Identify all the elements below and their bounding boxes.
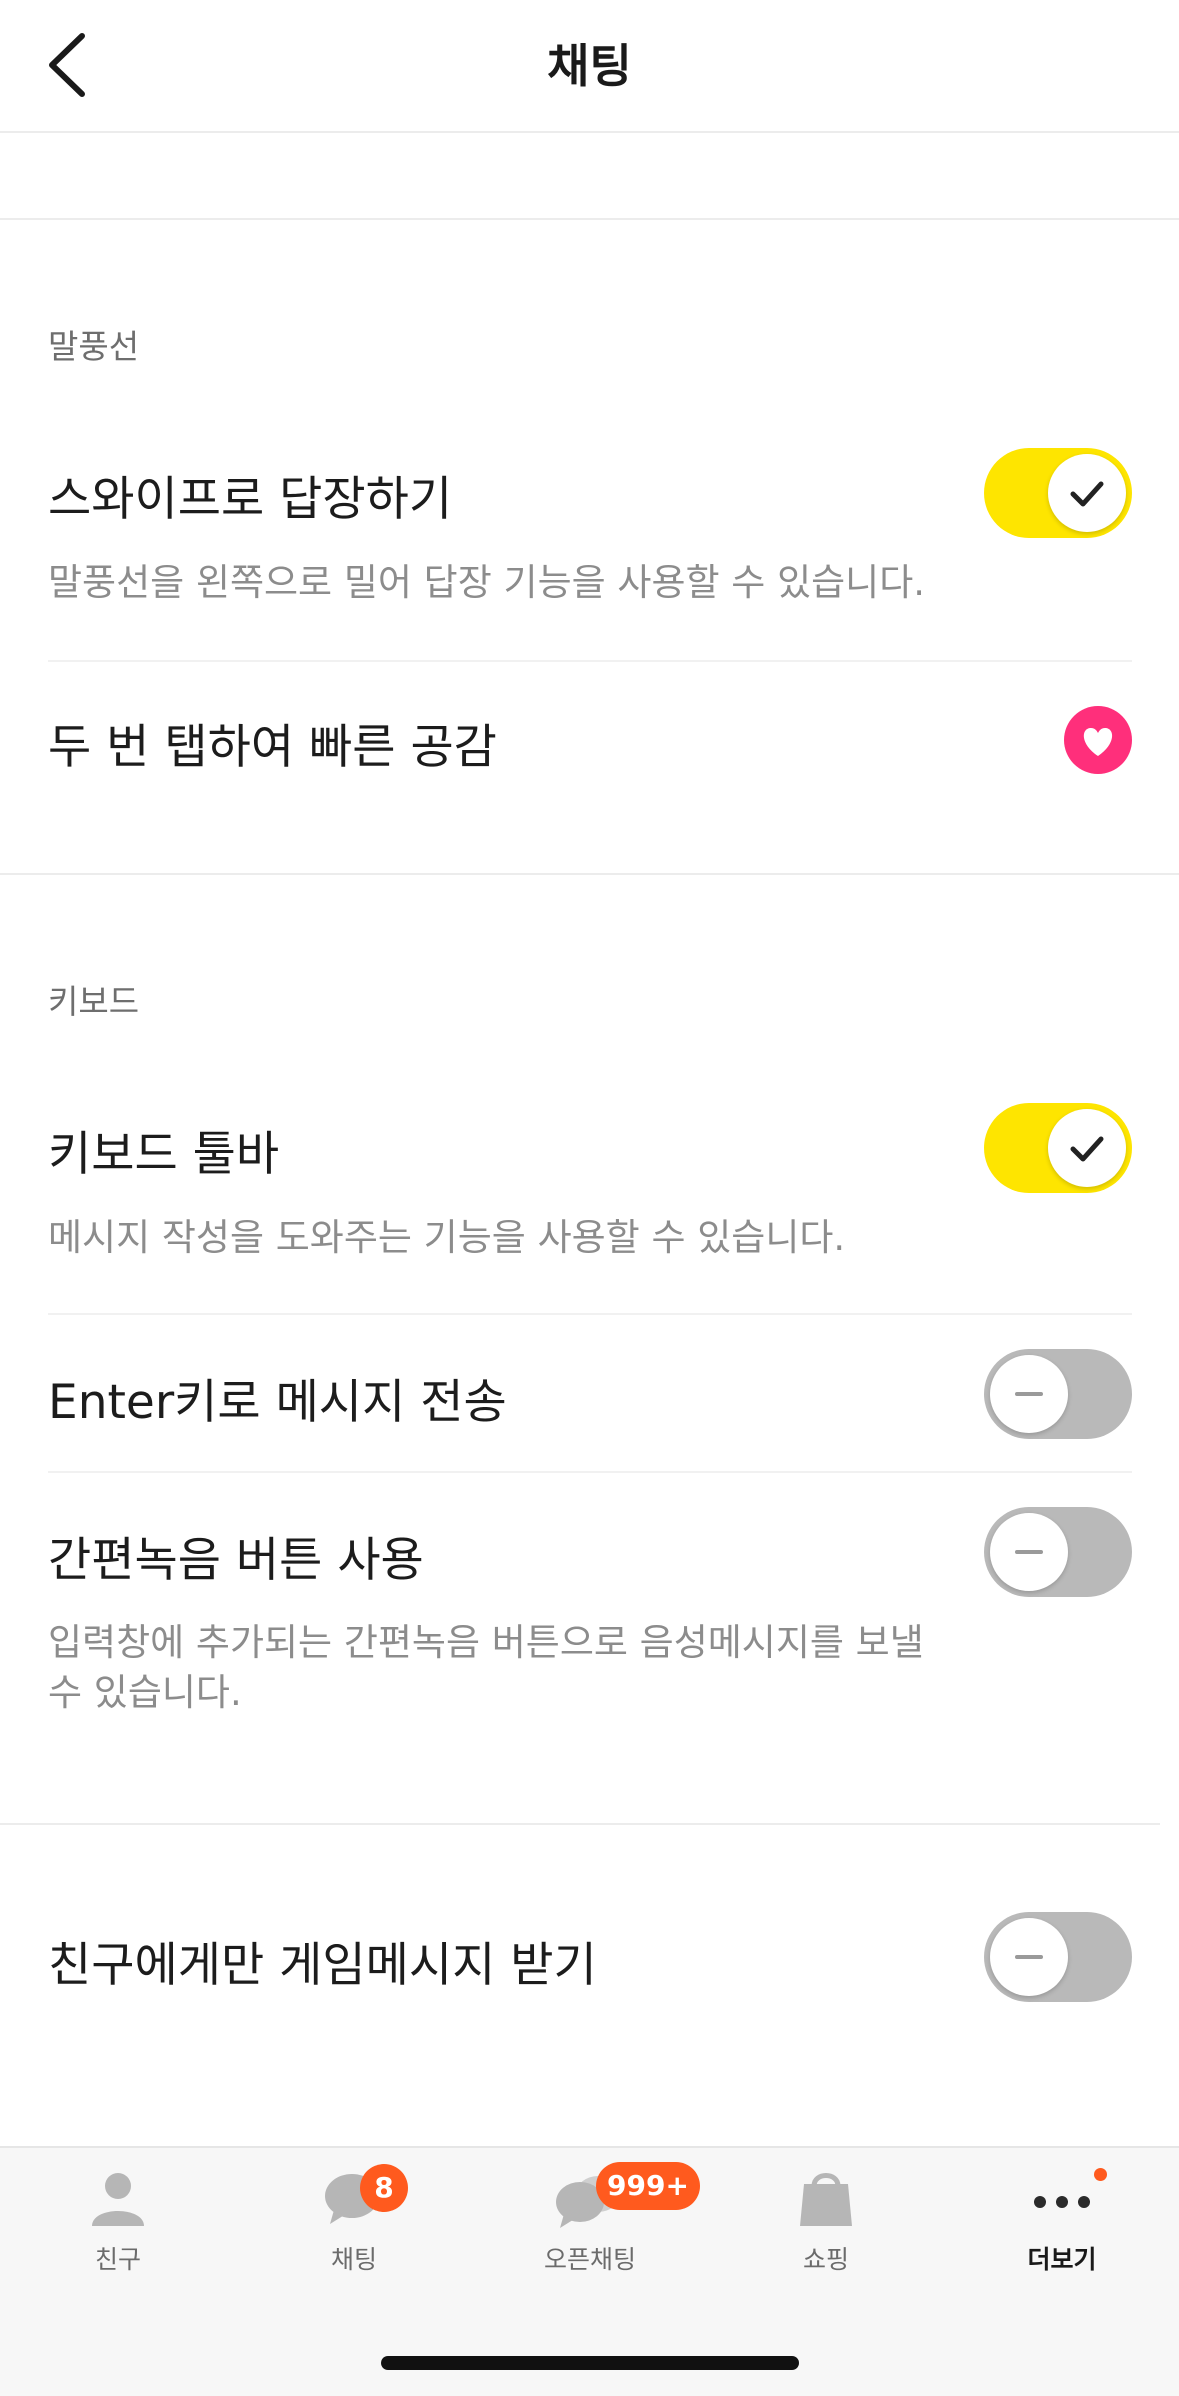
section-divider: [0, 873, 1179, 875]
game-message-label: 친구에게만 게임메시지 받기: [48, 1938, 597, 1993]
keyboard-toolbar-label: 키보드 툴바: [48, 1127, 280, 1182]
tab-friends[interactable]: 친구: [0, 2148, 236, 2288]
enter-send-label: Enter키로 메시지 전송: [48, 1375, 507, 1430]
voice-button-label: 간편녹음 버튼 사용: [48, 1533, 424, 1588]
toggle-knob: [1048, 454, 1126, 532]
swipe-reply-description: 말풍선을 왼쪽으로 밀어 답장 기능을 사용할 수 있습니다.: [48, 561, 926, 604]
voice-button-toggle[interactable]: [984, 1507, 1132, 1597]
keyboard-toolbar-toggle[interactable]: [984, 1103, 1132, 1193]
tab-shopping[interactable]: 쇼핑: [708, 2148, 944, 2288]
checkmark-icon: [1070, 481, 1104, 507]
tab-chat[interactable]: 8 채팅: [236, 2148, 472, 2288]
navigation-header: 채팅: [0, 0, 1179, 133]
section-divider: [0, 1823, 1160, 1825]
enter-send-toggle[interactable]: [984, 1349, 1132, 1439]
tab-more[interactable]: 더보기: [944, 2148, 1179, 2288]
toggle-knob: [990, 1355, 1068, 1433]
checkmark-icon: [1070, 1136, 1104, 1162]
tab-open-chat[interactable]: 999+ 오픈채팅: [472, 2148, 708, 2288]
page-title: 채팅: [547, 39, 632, 93]
tab-label: 채팅: [330, 2245, 377, 2274]
heart-reaction-button[interactable]: [1064, 706, 1132, 774]
tab-label: 쇼핑: [802, 2245, 849, 2274]
toggle-knob: [990, 1513, 1068, 1591]
section-title-bubble: 말풍선: [48, 327, 140, 366]
notification-dot: [1094, 2168, 1107, 2181]
open-chat-badge: 999+: [596, 2162, 700, 2210]
tab-label: 더보기: [1027, 2245, 1097, 2274]
heart-icon: [1083, 728, 1113, 756]
section-divider: [0, 218, 1179, 220]
more-dots-icon: [1034, 2196, 1090, 2208]
toggle-knob: [990, 1918, 1068, 1996]
voice-button-description-line2: 수 있습니다.: [48, 1671, 242, 1714]
chat-badge: 8: [360, 2164, 408, 2212]
game-message-toggle[interactable]: [984, 1912, 1132, 2002]
section-title-keyboard: 키보드: [48, 982, 140, 1021]
tab-label: 오픈채팅: [543, 2245, 636, 2274]
minus-icon: [1015, 1955, 1043, 1959]
keyboard-toolbar-description: 메시지 작성을 도와주는 기능을 사용할 수 있습니다.: [48, 1216, 846, 1259]
row-divider: [48, 660, 1132, 662]
voice-button-description-line1: 입력창에 추가되는 간편녹음 버튼으로 음성메시지를 보낼: [48, 1621, 924, 1664]
swipe-reply-toggle[interactable]: [984, 448, 1132, 538]
row-divider: [48, 1313, 1132, 1315]
shopping-bag-icon: [800, 2173, 852, 2226]
swipe-reply-label: 스와이프로 답장하기: [48, 472, 453, 527]
tab-label: 친구: [94, 2245, 141, 2274]
minus-icon: [1015, 1392, 1043, 1396]
toggle-knob: [1048, 1109, 1126, 1187]
row-divider: [48, 1471, 1132, 1473]
minus-icon: [1015, 1550, 1043, 1554]
home-indicator: [381, 2356, 799, 2370]
double-tap-label: 두 번 탭하여 빠른 공감: [48, 720, 497, 775]
person-icon: [92, 2173, 144, 2226]
